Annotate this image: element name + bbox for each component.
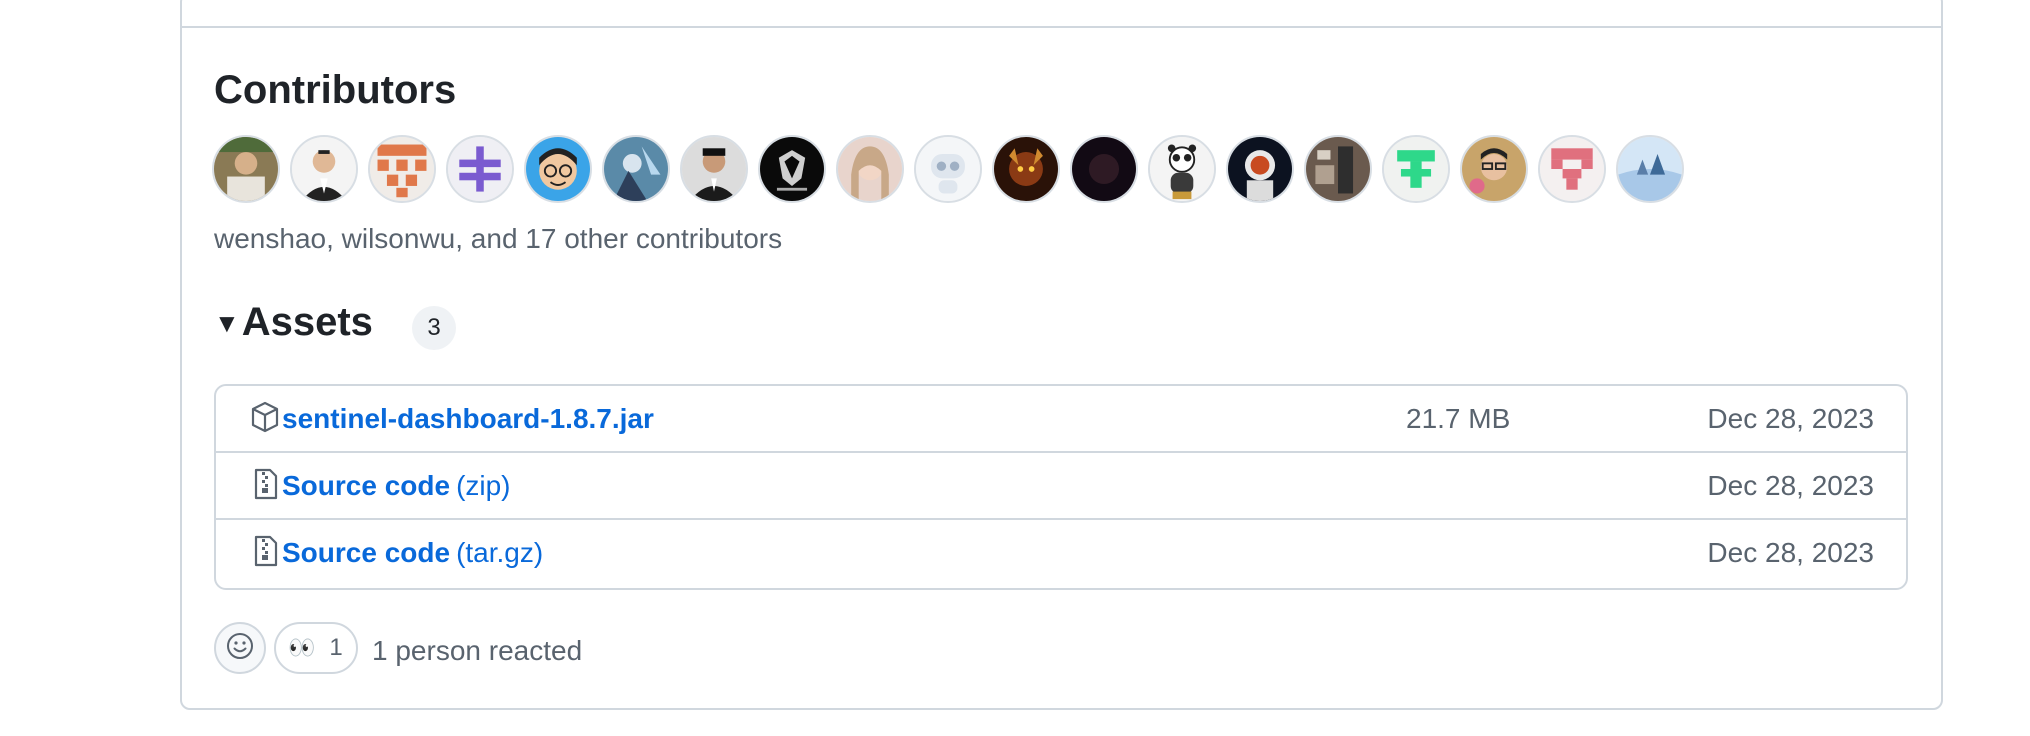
file-zip-icon	[250, 467, 280, 501]
contributor-avatar[interactable]	[368, 135, 436, 203]
assets-list: sentinel-dashboard-1.8.7.jar 21.7 MB Dec…	[214, 384, 1908, 590]
contributor-avatar[interactable]	[1538, 135, 1606, 203]
contributor-avatar[interactable]	[290, 135, 358, 203]
contributor-avatar[interactable]	[680, 135, 748, 203]
contributor-avatar[interactable]	[1070, 135, 1138, 203]
assets-heading: Assets	[241, 300, 373, 344]
asset-row: sentinel-dashboard-1.8.7.jar 21.7 MB Dec…	[216, 386, 1906, 453]
asset-size: 21.7 MB	[1406, 403, 1511, 434]
eyes-emoji-icon: 👀	[288, 635, 316, 660]
contributors-avatar-list	[212, 135, 1684, 205]
assets-toggle[interactable]: ▼ Assets	[214, 300, 373, 345]
asset-row: Source code (zip) Dec 28, 2023	[216, 453, 1906, 520]
asset-name: sentinel-dashboard-1.8.7.jar	[282, 403, 654, 434]
contributor-avatar[interactable]	[992, 135, 1060, 203]
asset-download-link[interactable]: Source code (tar.gz)	[282, 537, 543, 569]
asset-download-link[interactable]: Source code (zip)	[282, 470, 511, 502]
contributor-avatar[interactable]	[836, 135, 904, 203]
smiley-icon	[225, 631, 255, 666]
reaction-summary: 1 person reacted	[372, 635, 583, 666]
add-reaction-button[interactable]	[214, 622, 266, 674]
contributor-avatar[interactable]	[1460, 135, 1528, 203]
contributor-avatar[interactable]	[212, 135, 280, 203]
contributor-avatar[interactable]	[446, 135, 514, 203]
asset-download-link[interactable]: sentinel-dashboard-1.8.7.jar	[282, 403, 660, 435]
file-zip-icon	[250, 534, 280, 568]
caret-down-icon: ▼	[214, 307, 240, 338]
contributor-avatar[interactable]	[1304, 135, 1372, 203]
asset-date: Dec 28, 2023	[1707, 403, 1874, 434]
contributor-avatar[interactable]	[602, 135, 670, 203]
asset-name: Source code	[282, 470, 451, 501]
section-divider	[180, 26, 1943, 28]
asset-date: Dec 28, 2023	[1707, 537, 1874, 568]
contributor-avatar[interactable]	[758, 135, 826, 203]
contributors-heading: Contributors	[214, 68, 457, 112]
contributor-avatar[interactable]	[1226, 135, 1294, 203]
asset-row: Source code (tar.gz) Dec 28, 2023	[216, 520, 1906, 587]
reaction-count: 1	[329, 634, 343, 661]
contributor-avatar[interactable]	[524, 135, 592, 203]
contributor-avatar[interactable]	[1616, 135, 1684, 203]
eyes-reaction-button[interactable]: 👀 1	[274, 622, 358, 674]
contributor-avatar[interactable]	[1148, 135, 1216, 203]
package-icon	[250, 400, 280, 434]
asset-suffix: (zip)	[456, 470, 511, 501]
asset-suffix: (tar.gz)	[456, 537, 544, 568]
contributor-avatar[interactable]	[914, 135, 982, 203]
asset-date: Dec 28, 2023	[1707, 470, 1874, 501]
asset-name: Source code	[282, 537, 451, 568]
assets-count-badge: 3	[412, 306, 456, 350]
contributors-summary: wenshao, wilsonwu, and 17 other contribu…	[214, 223, 783, 254]
contributor-avatar[interactable]	[1382, 135, 1450, 203]
